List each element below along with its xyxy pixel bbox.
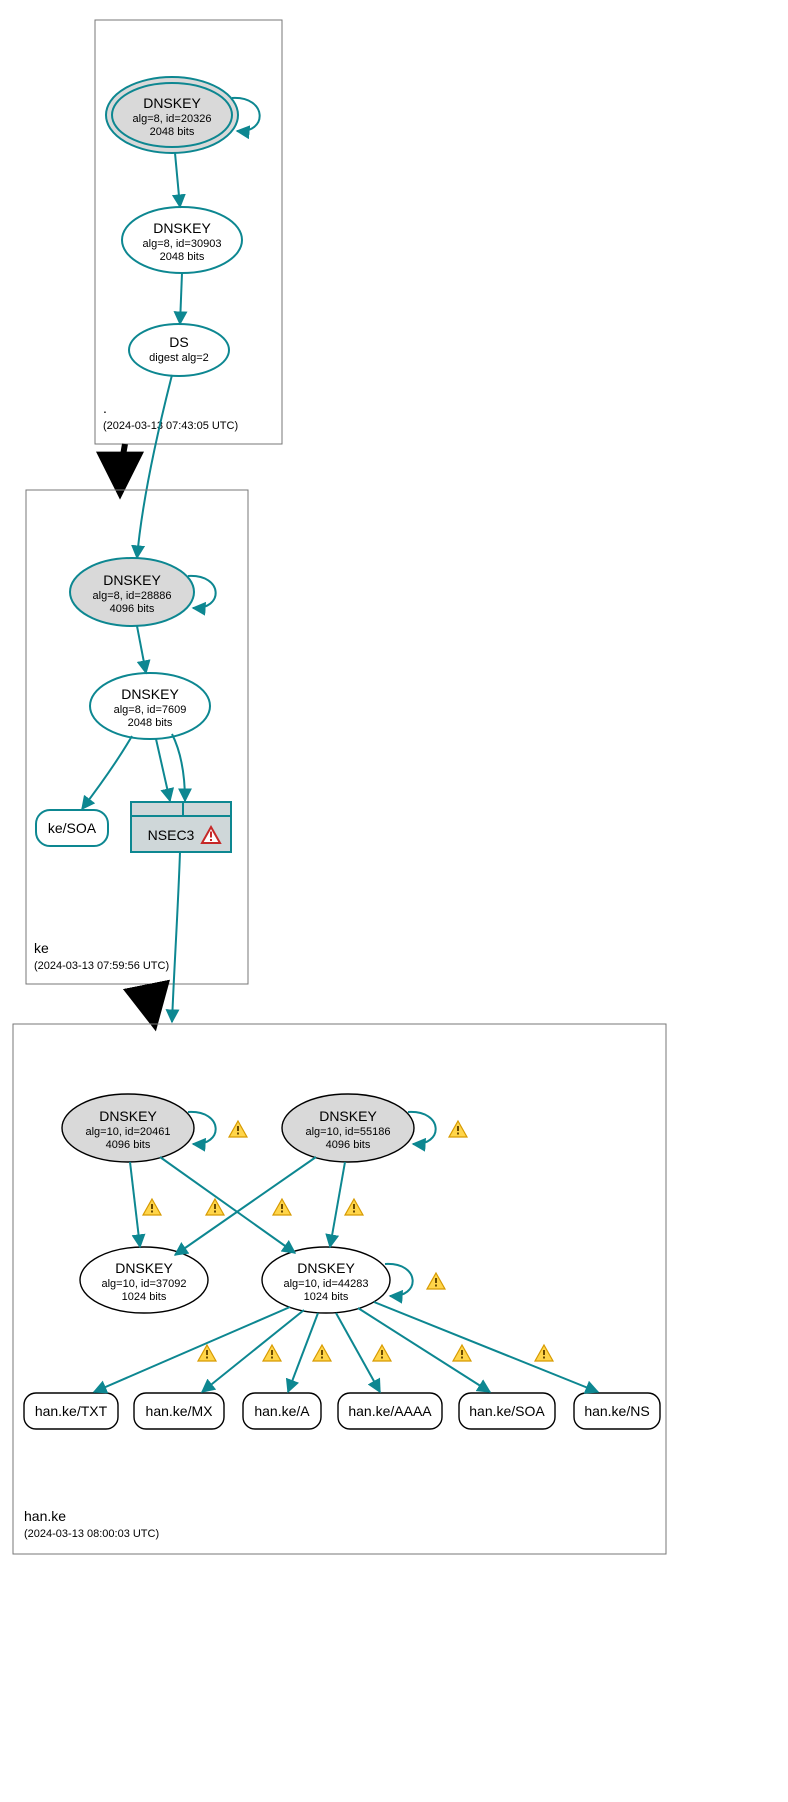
hanke-ksk1-node[interactable]: DNSKEY alg=10, id=20461 4096 bits bbox=[62, 1094, 194, 1162]
ke-zsk-alg: alg=8, id=7609 bbox=[114, 704, 187, 716]
hanke-zsk2-node[interactable]: DNSKEY alg=10, id=44283 1024 bits bbox=[262, 1247, 390, 1313]
warning-icon bbox=[535, 1345, 553, 1361]
hanke-ksk2-node[interactable]: DNSKEY alg=10, id=55186 4096 bits bbox=[282, 1094, 414, 1162]
hanke-ksk2-alg: alg=10, id=55186 bbox=[305, 1126, 390, 1138]
hanke-soa-label: han.ke/SOA bbox=[469, 1403, 545, 1419]
zone-root: . (2024-03-13 07:43:05 UTC) DNSKEY alg=8… bbox=[95, 20, 282, 444]
hanke-ksk1-bits: 4096 bits bbox=[106, 1139, 151, 1151]
warning-icon bbox=[263, 1345, 281, 1361]
root-ds-node[interactable]: DS digest alg=2 bbox=[129, 324, 229, 376]
edge-ksk1-zsk2 bbox=[160, 1157, 295, 1253]
ke-soa-label: ke/SOA bbox=[48, 820, 97, 836]
hanke-ns-label: han.ke/NS bbox=[584, 1403, 649, 1419]
ke-ksk-node[interactable]: DNSKEY alg=8, id=28886 4096 bits bbox=[70, 558, 194, 626]
hanke-zsk1-node[interactable]: DNSKEY alg=10, id=37092 1024 bits bbox=[80, 1247, 208, 1313]
hanke-aaaa-node[interactable]: han.ke/AAAA bbox=[338, 1393, 442, 1429]
edge-zsk2-a bbox=[288, 1313, 318, 1392]
root-zsk-node[interactable]: DNSKEY alg=8, id=30903 2048 bits bbox=[122, 207, 242, 273]
hanke-soa-node[interactable]: han.ke/SOA bbox=[459, 1393, 555, 1429]
hanke-zsk2-bits: 1024 bits bbox=[304, 1291, 349, 1303]
warning-icon bbox=[449, 1121, 467, 1137]
dnssec-auth-graph: . (2024-03-13 07:43:05 UTC) DNSKEY alg=8… bbox=[0, 0, 788, 1802]
root-ksk-bits: 2048 bits bbox=[150, 126, 195, 138]
ke-nsec3-node[interactable]: NSEC3 bbox=[131, 802, 231, 852]
hanke-zsk1-bits: 1024 bits bbox=[122, 1291, 167, 1303]
zone-root-timestamp: (2024-03-13 07:43:05 UTC) bbox=[103, 420, 238, 432]
edge-ksk2-zsk1 bbox=[175, 1157, 316, 1255]
hanke-zsk1-alg: alg=10, id=37092 bbox=[101, 1278, 186, 1290]
root-ksk-alg: alg=8, id=20326 bbox=[133, 113, 212, 125]
hanke-txt-label: han.ke/TXT bbox=[35, 1403, 108, 1419]
warning-icon bbox=[229, 1121, 247, 1137]
hanke-zsk2-alg: alg=10, id=44283 bbox=[283, 1278, 368, 1290]
warning-icon bbox=[427, 1273, 445, 1289]
ke-ksk-bits: 4096 bits bbox=[110, 603, 155, 615]
zone-hanke-timestamp: (2024-03-13 08:00:03 UTC) bbox=[24, 1528, 159, 1540]
zone-ke-label: ke bbox=[34, 940, 49, 956]
hanke-ksk2-bits: 4096 bits bbox=[326, 1139, 371, 1151]
root-ds-title: DS bbox=[169, 334, 188, 350]
ke-soa-node[interactable]: ke/SOA bbox=[36, 810, 108, 846]
ke-ksk-alg: alg=8, id=28886 bbox=[93, 590, 172, 602]
root-zsk-alg: alg=8, id=30903 bbox=[143, 238, 222, 250]
zone-hanke: han.ke (2024-03-13 08:00:03 UTC) DNSKEY … bbox=[13, 1024, 666, 1554]
ke-zsk-node[interactable]: DNSKEY alg=8, id=7609 2048 bits bbox=[90, 673, 210, 739]
root-ksk-title: DNSKEY bbox=[143, 95, 201, 111]
hanke-ksk2-title: DNSKEY bbox=[319, 1108, 377, 1124]
edge-zsk2-soa bbox=[358, 1308, 490, 1392]
edge-root-to-ke-zone bbox=[120, 444, 125, 490]
edge-ke-nsec3-to-hanke bbox=[172, 852, 180, 1022]
edge-root-ds-to-ke-ksk bbox=[137, 375, 172, 558]
zone-ke: ke (2024-03-13 07:59:56 UTC) DNSKEY alg=… bbox=[26, 490, 248, 984]
hanke-a-label: han.ke/A bbox=[254, 1403, 310, 1419]
hanke-ksk1-alg: alg=10, id=20461 bbox=[85, 1126, 170, 1138]
root-ksk-node[interactable]: DNSKEY alg=8, id=20326 2048 bits bbox=[106, 77, 238, 153]
ke-nsec3-label: NSEC3 bbox=[148, 827, 195, 843]
edge-ke-ksk-zsk bbox=[137, 626, 146, 673]
hanke-zsk1-title: DNSKEY bbox=[115, 1260, 173, 1276]
edge-ke-zsk-nsec3-a bbox=[156, 739, 170, 801]
edge-ke-to-hanke-zone bbox=[150, 984, 154, 1022]
hanke-mx-node[interactable]: han.ke/MX bbox=[134, 1393, 224, 1429]
zone-hanke-label: han.ke bbox=[24, 1508, 66, 1524]
root-ds-alg: digest alg=2 bbox=[149, 352, 209, 364]
warning-icon bbox=[373, 1345, 391, 1361]
ke-ksk-title: DNSKEY bbox=[103, 572, 161, 588]
edge-ke-zsk-soa bbox=[82, 736, 132, 809]
zone-root-label: . bbox=[103, 400, 107, 416]
edge-root-zsk-ds bbox=[180, 273, 182, 324]
warning-icon bbox=[313, 1345, 331, 1361]
edge-zsk2-txt bbox=[94, 1307, 290, 1392]
hanke-ksk1-title: DNSKEY bbox=[99, 1108, 157, 1124]
hanke-ns-node[interactable]: han.ke/NS bbox=[574, 1393, 660, 1429]
ke-zsk-bits: 2048 bits bbox=[128, 717, 173, 729]
edge-zsk2-aaaa bbox=[336, 1313, 380, 1392]
warning-icon bbox=[143, 1199, 161, 1215]
hanke-txt-node[interactable]: han.ke/TXT bbox=[24, 1393, 118, 1429]
ke-zsk-title: DNSKEY bbox=[121, 686, 179, 702]
edge-root-ksk-zsk bbox=[175, 153, 180, 207]
edge-ksk1-zsk1 bbox=[130, 1162, 140, 1247]
hanke-a-node[interactable]: han.ke/A bbox=[243, 1393, 321, 1429]
root-zsk-title: DNSKEY bbox=[153, 220, 211, 236]
edge-ksk2-zsk2 bbox=[330, 1162, 345, 1247]
warning-icon bbox=[345, 1199, 363, 1215]
edge-zsk2-ns bbox=[374, 1302, 598, 1392]
root-zsk-bits: 2048 bits bbox=[160, 251, 205, 263]
warning-icon bbox=[198, 1345, 216, 1361]
zone-ke-timestamp: (2024-03-13 07:59:56 UTC) bbox=[34, 960, 169, 972]
warning-icon bbox=[453, 1345, 471, 1361]
hanke-aaaa-label: han.ke/AAAA bbox=[348, 1403, 432, 1419]
hanke-mx-label: han.ke/MX bbox=[146, 1403, 214, 1419]
warning-icon bbox=[273, 1199, 291, 1215]
edge-ke-zsk-nsec3-b bbox=[172, 734, 185, 801]
hanke-zsk2-title: DNSKEY bbox=[297, 1260, 355, 1276]
